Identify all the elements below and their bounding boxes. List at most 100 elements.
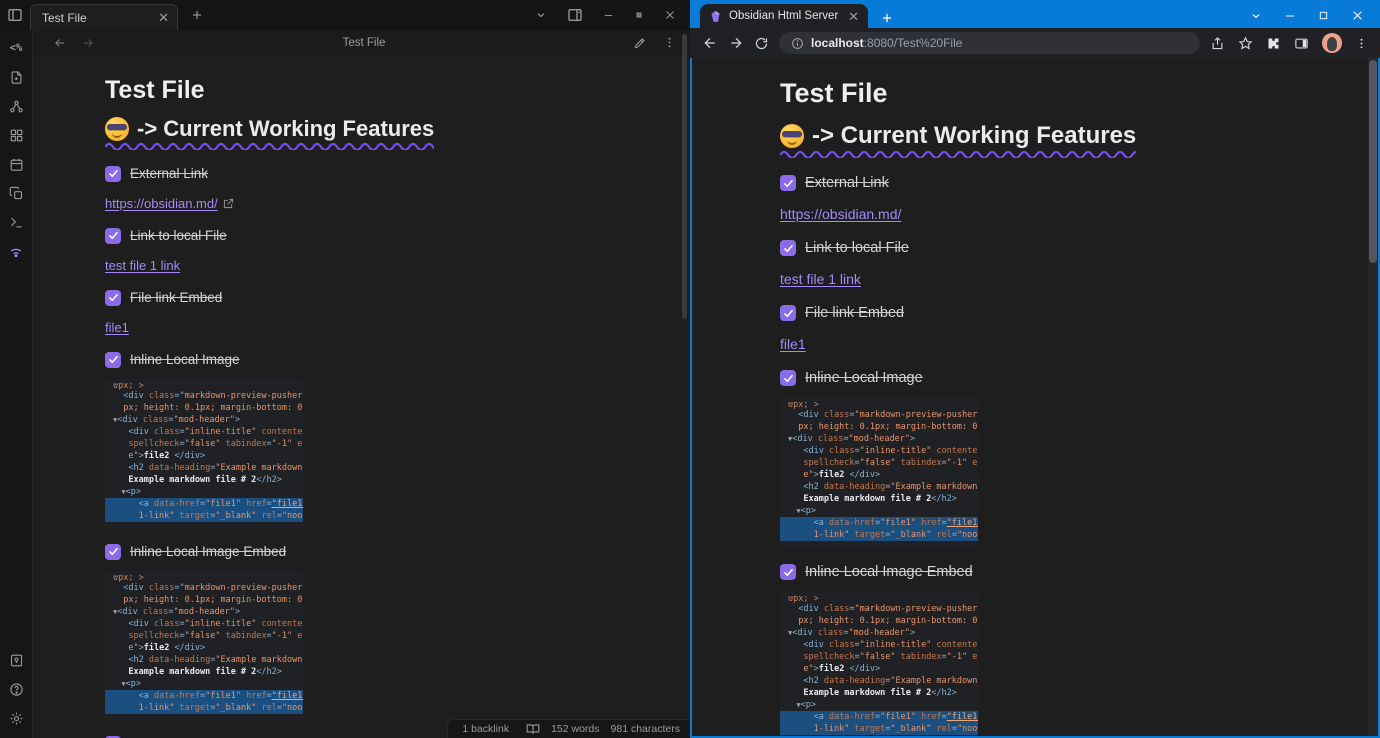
code-line: <div class="markdown-preview-pusher" xyxy=(113,583,303,593)
code-line: <h2 data-heading="Example markdown xyxy=(788,482,978,492)
task-checkbox[interactable] xyxy=(105,351,121,368)
code-line: <div class="inline-title" contented xyxy=(113,427,303,437)
browser-tab[interactable]: Obsidian Html Server ✕ xyxy=(700,4,868,28)
back-icon[interactable] xyxy=(702,35,718,51)
task-label: File link Embed xyxy=(130,290,223,305)
code-line: ▼<div class="mod-header"> xyxy=(788,628,916,638)
maximize-icon[interactable] xyxy=(634,10,644,20)
code-line: px; height: 0.1px; margin-bottom: 0px xyxy=(113,595,303,605)
obsidian-tab[interactable]: Test File ✕ xyxy=(30,4,178,30)
html-server-icon[interactable] xyxy=(6,241,26,261)
tab-close-icon[interactable]: ✕ xyxy=(158,11,169,24)
graph-view-icon[interactable] xyxy=(6,96,26,116)
close-icon[interactable] xyxy=(1351,9,1364,22)
new-tab-icon[interactable] xyxy=(880,11,894,25)
task-label: External Link xyxy=(805,175,889,191)
site-info-icon[interactable] xyxy=(791,37,804,50)
code-line: 0px; > xyxy=(113,383,144,390)
code-line: 0px; > xyxy=(788,596,819,603)
embedded-devtools-screenshot: 0px; > <div class="markdown-preview-push… xyxy=(780,592,978,736)
sunglasses-emoji xyxy=(105,117,129,141)
forward-icon[interactable] xyxy=(728,35,744,51)
note-link[interactable]: file1 xyxy=(780,336,806,352)
obsidian-main-pane: Test File Test File -> Current Working Fe… xyxy=(33,30,690,738)
forward-icon[interactable] xyxy=(81,36,95,50)
maximize-icon[interactable] xyxy=(1318,10,1329,21)
code-line: 1-link" target="_blank" rel="noop xyxy=(780,723,978,735)
menu-kebab-icon[interactable] xyxy=(1355,37,1368,50)
code-line: e">file2 </div> xyxy=(788,470,881,480)
close-icon[interactable] xyxy=(664,9,676,21)
task-checkbox[interactable] xyxy=(105,227,121,244)
extensions-puzzle-icon[interactable] xyxy=(1266,36,1281,51)
note-link[interactable]: test file 1 link xyxy=(780,271,861,287)
minimize-icon[interactable] xyxy=(1284,10,1296,22)
backlinks-count[interactable]: 1 backlink xyxy=(462,723,509,735)
code-line: <h2 data-heading="Example markdown xyxy=(788,676,978,686)
embedded-devtools-screenshot: 0px; > <div class="markdown-preview-push… xyxy=(780,398,978,547)
help-icon[interactable] xyxy=(6,679,26,699)
tab-close-icon[interactable]: ✕ xyxy=(848,10,859,23)
note-link[interactable]: file1 xyxy=(105,320,129,335)
scrollbar-thumb[interactable] xyxy=(682,34,687,319)
task-checkbox[interactable] xyxy=(105,165,121,182)
code-line: ▼<p> xyxy=(113,679,142,689)
reading-time-icon xyxy=(526,723,540,735)
create-note-icon[interactable] xyxy=(6,67,26,87)
task-label: Inline Local Image Embed xyxy=(130,544,287,559)
code-line: Example markdown file # 2</h2> xyxy=(788,688,957,698)
bookmark-star-icon[interactable] xyxy=(1238,36,1253,51)
vault-switcher-icon[interactable] xyxy=(6,650,26,670)
url-bar[interactable]: localhost:8080/Test%20File xyxy=(779,32,1200,54)
code-line: px; height: 0.1px; margin-bottom: 0px xyxy=(113,403,303,413)
task-checkbox[interactable] xyxy=(780,564,796,580)
split-layout-icon[interactable] xyxy=(567,7,583,23)
edit-mode-icon[interactable] xyxy=(633,36,647,50)
word-count: 152 words xyxy=(551,723,600,735)
note-heading: -> Current Working Features xyxy=(105,116,670,150)
task-checkbox[interactable] xyxy=(105,543,121,560)
copy-icon[interactable] xyxy=(6,183,26,203)
task-checkbox[interactable] xyxy=(780,175,796,191)
window-chevron-icon[interactable] xyxy=(1250,10,1262,22)
browser-titlebar: Obsidian Html Server ✕ xyxy=(690,0,1380,28)
task-label: Link to local File xyxy=(130,228,227,243)
note-link[interactable]: https://obsidian.md/ xyxy=(780,206,901,222)
share-icon[interactable] xyxy=(1210,36,1225,51)
code-line: px; height: 0.1px; margin-bottom: 0px xyxy=(788,616,978,626)
more-options-icon[interactable] xyxy=(663,36,676,50)
new-tab-icon[interactable] xyxy=(190,8,204,22)
task-checkbox[interactable] xyxy=(780,305,796,321)
profile-avatar[interactable] xyxy=(1322,33,1342,53)
code-line: ▼<div class="mod-header"> xyxy=(788,434,916,444)
link-row: file1 xyxy=(105,319,670,336)
task-checkbox[interactable] xyxy=(105,289,121,306)
obsidian-window: Test File ✕ <% Test File Test File -> Cu… xyxy=(0,0,690,738)
wavy-underline xyxy=(780,150,1137,158)
side-panel-icon[interactable] xyxy=(1294,36,1309,51)
daily-note-icon[interactable] xyxy=(6,154,26,174)
code-line: px; height: 0.1px; margin-bottom: 0px xyxy=(788,422,978,432)
sidebar-toggle-icon[interactable] xyxy=(0,7,30,23)
note-link[interactable]: https://obsidian.md/ xyxy=(105,196,218,211)
reload-icon[interactable] xyxy=(754,36,769,51)
task-checkbox[interactable] xyxy=(780,240,796,256)
scrollbar-track[interactable] xyxy=(1368,58,1378,736)
code-line: <div class="inline-title" contented xyxy=(788,446,978,456)
code-line: spellcheck="false" tabindex="-1" er xyxy=(113,439,303,449)
task-checkbox[interactable] xyxy=(780,370,796,386)
code-line: <a data-href="file1" href="file1" xyxy=(780,517,978,529)
back-icon[interactable] xyxy=(53,36,67,50)
url-path: :8080/Test%20File xyxy=(863,36,963,50)
note-link[interactable]: test file 1 link xyxy=(105,258,180,273)
templater-icon[interactable]: <% xyxy=(6,38,26,58)
tab-dropdown-icon[interactable] xyxy=(535,9,547,21)
code-line: e">file2 </div> xyxy=(113,643,206,653)
scrollbar-thumb[interactable] xyxy=(1369,60,1377,263)
minimize-icon[interactable] xyxy=(603,10,614,21)
settings-gear-icon[interactable] xyxy=(6,708,26,728)
terminal-icon[interactable] xyxy=(6,212,26,232)
task-label: Inline Local Image xyxy=(805,370,923,386)
screenshot-stage: Test File ✕ <% Test File Test File -> Cu… xyxy=(0,0,1380,738)
canvas-icon[interactable] xyxy=(6,125,26,145)
